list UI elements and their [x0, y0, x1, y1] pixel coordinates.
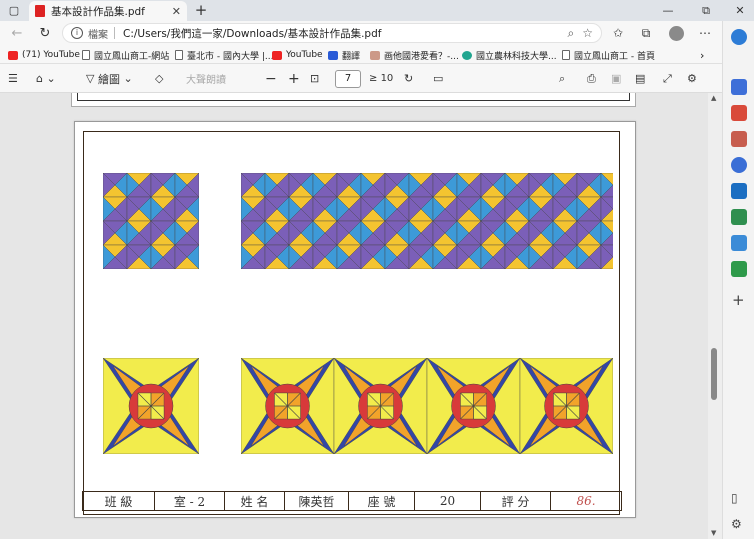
bookmarks-bar: (71) YouTube 國立鳳山商工-網站 臺北市 - 國內大學 |... Y…	[0, 45, 722, 64]
draw-button[interactable]: ▽ 繪圖 ⌄	[86, 70, 133, 87]
bookmark-8[interactable]: 國立鳳山商工 - 首頁	[562, 48, 655, 62]
tab-active[interactable]: 基本設計作品集.pdf ✕	[29, 1, 187, 21]
scroll-down-icon[interactable]: ▼	[711, 529, 716, 537]
tab-strip: ▢ 基本設計作品集.pdf ✕ + — ⧉ ✕	[0, 0, 754, 21]
tab-title: 基本設計作品集.pdf	[51, 5, 145, 18]
drop-icon[interactable]	[731, 235, 747, 251]
separator	[114, 27, 115, 39]
star-tile-small	[103, 358, 199, 454]
class-value: 室 - 2	[155, 492, 225, 510]
save-as-icon[interactable]: ▤	[635, 70, 645, 87]
star-band-large	[241, 358, 613, 454]
tree-icon	[370, 50, 380, 60]
save-icon[interactable]: ▣	[611, 70, 621, 87]
scroll-thumb[interactable]	[711, 348, 717, 400]
sidebar-settings-icon[interactable]: ⚙	[731, 517, 742, 531]
games-icon[interactable]	[731, 131, 747, 147]
score-label: 評 分	[481, 492, 551, 510]
draw-icon: ▽	[86, 72, 95, 85]
tab-actions-icon[interactable]: ▢	[2, 0, 26, 21]
new-tab-button[interactable]: +	[192, 1, 210, 19]
vertical-scrollbar[interactable]: ▲ ▼	[708, 93, 722, 539]
pdf-toolbar: ☰ ⌂ ⌄ ▽ 繪圖 ⌄ ◇ 大聲朗讀 − + ⊡ 7 ≥ 10 ↻ ▭ ⌕ ⎙…	[0, 64, 722, 93]
bookmark-6[interactable]: 画他國港愛看？-...	[370, 48, 459, 62]
address-row: ← ↻ i 檔案 C:/Users/我們這一家/Downloads/基本設計作品…	[0, 21, 722, 45]
pdf-viewer[interactable]: 班 級 室 - 2 姓 名 陳英哲 座 號 20 評 分 86.	[0, 93, 722, 539]
address-bar[interactable]: i 檔案 C:/Users/我們這一家/Downloads/基本設計作品集.pd…	[62, 23, 602, 43]
outlook-icon[interactable]	[731, 183, 747, 199]
more-icon[interactable]: ⋯	[696, 24, 714, 42]
zoom-out-icon[interactable]: −	[265, 70, 277, 87]
youtube-icon	[8, 50, 18, 60]
page-view-icon[interactable]: ▭	[433, 70, 443, 87]
search-icon[interactable]: ⌕	[559, 70, 565, 87]
add-app-icon[interactable]: +	[732, 291, 745, 309]
tab-close-icon[interactable]: ✕	[172, 5, 181, 18]
bing-icon[interactable]	[731, 29, 747, 45]
sidebar-toggle-icon[interactable]: ▯	[731, 491, 738, 505]
url-text[interactable]: C:/Users/我們這一家/Downloads/基本設計作品集.pdf	[123, 26, 560, 41]
triangle-tile-small	[103, 173, 199, 269]
eraser-icon[interactable]: ◇	[155, 70, 163, 87]
youtube-icon	[272, 50, 282, 60]
bookmark-3[interactable]: 臺北市 - 國內大學 |...	[175, 48, 273, 62]
close-window-button[interactable]: ✕	[728, 0, 752, 21]
page-total: ≥ 10	[369, 73, 394, 84]
zoom-in-icon[interactable]: +	[288, 70, 300, 87]
toolbox-icon[interactable]	[731, 105, 747, 121]
tag-icon[interactable]	[731, 79, 747, 95]
office-icon[interactable]	[731, 157, 747, 173]
minimize-button[interactable]: —	[656, 0, 680, 21]
avatar[interactable]	[669, 26, 684, 41]
print-icon[interactable]: ⎙	[587, 70, 596, 87]
bookmark-7[interactable]: 國立農林科技大學...	[462, 48, 557, 62]
restore-button[interactable]: ⧉	[694, 0, 718, 21]
read-aloud-button[interactable]: 大聲朗讀	[186, 70, 226, 87]
page-number-input[interactable]: 7	[335, 70, 361, 88]
translate-icon	[328, 50, 338, 60]
zoom-icon[interactable]: ⌕	[568, 26, 575, 41]
contents-icon[interactable]: ☰	[8, 70, 18, 87]
refresh-icon[interactable]: ↻	[36, 24, 54, 42]
class-label: 班 級	[83, 492, 155, 510]
pdf-icon	[35, 5, 45, 17]
bookmark-2[interactable]: 國立鳳山商工-網站	[82, 48, 169, 62]
seat-label: 座 號	[349, 492, 415, 510]
bookmarks-more-icon[interactable]: ›	[700, 48, 704, 62]
edge-sidebar: + ▯ ⚙	[722, 21, 754, 539]
name-label: 姓 名	[225, 492, 285, 510]
pdf-page: 班 級 室 - 2 姓 名 陳英哲 座 號 20 評 分 86.	[74, 121, 636, 518]
page-icon	[562, 50, 570, 60]
settings-gear-icon[interactable]: ⚙	[687, 70, 697, 87]
page-icon	[175, 50, 183, 60]
previous-page	[71, 93, 636, 107]
highlight-icon[interactable]: ⌂ ⌄	[36, 70, 56, 87]
tree-app-icon[interactable]	[731, 261, 747, 277]
bookmark-1[interactable]: (71) YouTube	[8, 48, 80, 62]
back-icon[interactable]: ←	[8, 24, 26, 42]
globe-icon	[462, 50, 472, 60]
info-icon[interactable]: i	[71, 27, 83, 39]
favorites-icon[interactable]: ✩	[609, 24, 627, 42]
favorite-add-icon[interactable]: ☆	[582, 26, 593, 40]
bookmark-5[interactable]: 翻譯	[328, 48, 360, 62]
triangle-band-large	[241, 173, 613, 269]
collections-icon[interactable]: ⧉	[637, 24, 655, 42]
page-icon	[82, 50, 90, 60]
designer-icon[interactable]	[731, 209, 747, 225]
scroll-up-icon[interactable]: ▲	[711, 94, 716, 102]
rotate-icon[interactable]: ↻	[404, 70, 413, 87]
fullscreen-icon[interactable]: ⤢	[663, 70, 672, 87]
info-table: 班 級 室 - 2 姓 名 陳英哲 座 號 20 評 分 86.	[82, 491, 622, 511]
seat-value: 20	[415, 492, 481, 510]
fit-page-icon[interactable]: ⊡	[310, 70, 319, 87]
file-label: 檔案	[88, 29, 108, 41]
name-value: 陳英哲	[285, 492, 349, 510]
score-value: 86.	[576, 494, 596, 508]
bookmark-4[interactable]: YouTube	[272, 48, 323, 62]
